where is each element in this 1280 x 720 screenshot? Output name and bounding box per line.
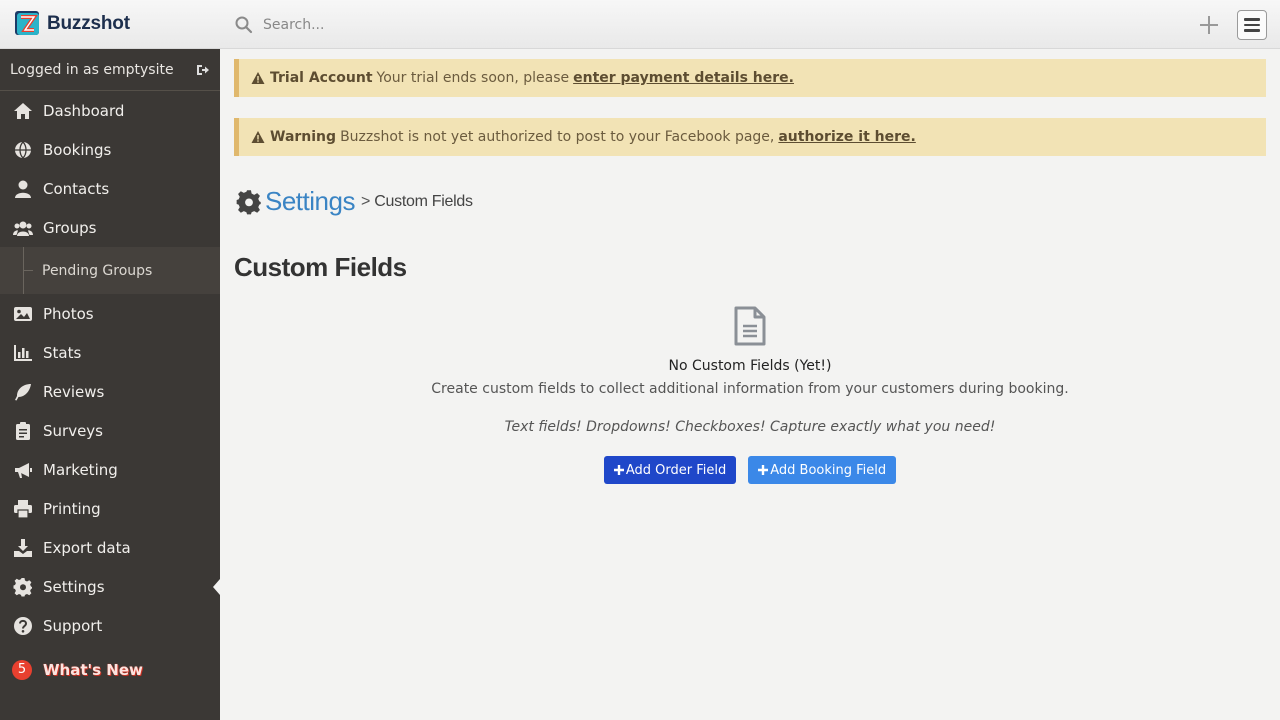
sidebar-item-bookings[interactable]: Bookings: [0, 130, 220, 169]
plus-icon: [758, 465, 769, 475]
gear-icon: [236, 189, 261, 214]
alert-title: Trial Account: [270, 70, 373, 86]
feather-icon: [12, 381, 34, 403]
breadcrumb-settings-link[interactable]: Settings: [265, 186, 355, 217]
sidebar-item-label: What's New: [43, 660, 143, 679]
search-icon: [235, 16, 253, 34]
plus-icon: [613, 465, 624, 475]
facebook-warning-alert: Warning Buzzshot is not yet authorized t…: [234, 118, 1266, 156]
sidebar-item-surveys[interactable]: Surveys: [0, 411, 220, 450]
sidebar-item-label: Stats: [43, 343, 82, 362]
add-order-field-button[interactable]: Add Order Field: [603, 456, 737, 484]
alert-text: Buzzshot is not yet authorized to post t…: [340, 129, 775, 145]
empty-state-note: Text fields! Dropdowns! Checkboxes! Capt…: [504, 419, 996, 435]
download-icon: [12, 537, 34, 559]
top-bar: Buzzshot: [0, 0, 1280, 49]
search-input[interactable]: [263, 17, 863, 33]
bullhorn-icon: [12, 459, 34, 481]
sidebar-item-label: Printing: [43, 499, 101, 518]
bar-chart-icon: [12, 342, 34, 364]
sidebar-item-reviews[interactable]: Reviews: [0, 372, 220, 411]
sidebar-item-label: Groups: [43, 218, 97, 237]
gear-icon: [12, 576, 34, 598]
empty-state: No Custom Fields (Yet!) Create custom fi…: [234, 305, 1266, 484]
empty-state-description: Create custom fields to collect addition…: [431, 381, 1069, 397]
sidebar-item-label: Settings: [43, 577, 105, 596]
logged-in-row: Logged in as emptysite: [0, 49, 220, 91]
buzzshot-logo-icon: [14, 10, 42, 38]
breadcrumb: Settings > Custom Fields: [236, 186, 473, 217]
add-plus-icon[interactable]: [1198, 14, 1220, 36]
sidebar-item-settings[interactable]: Settings: [0, 567, 220, 606]
sidebar-item-label: Pending Groups: [42, 262, 153, 279]
active-indicator: [213, 579, 220, 595]
breadcrumb-current: Custom Fields: [374, 192, 473, 210]
authorize-facebook-link[interactable]: authorize it here.: [778, 129, 915, 145]
sidebar-item-export-data[interactable]: Export data: [0, 528, 220, 567]
sidebar-item-label: Export data: [43, 538, 131, 557]
button-label: Add Order Field: [625, 462, 727, 478]
page-title: Custom Fields: [234, 252, 407, 282]
printer-icon: [12, 498, 34, 520]
sidebar-item-groups[interactable]: Groups: [0, 208, 220, 247]
image-icon: [12, 303, 34, 325]
enter-payment-link[interactable]: enter payment details here.: [573, 70, 794, 86]
sidebar-item-dashboard[interactable]: Dashboard: [0, 91, 220, 130]
trial-account-alert: Trial Account Your trial ends soon, plea…: [234, 59, 1266, 97]
empty-state-title: No Custom Fields (Yet!): [668, 358, 832, 374]
sign-out-icon[interactable]: [196, 63, 210, 77]
warning-icon: [251, 131, 265, 143]
clipboard-icon: [12, 420, 34, 442]
sidebar-item-contacts[interactable]: Contacts: [0, 169, 220, 208]
sidebar-item-photos[interactable]: Photos: [0, 294, 220, 333]
sidebar-item-label: Dashboard: [43, 101, 125, 120]
sidebar-item-pending-groups[interactable]: Pending Groups: [0, 247, 220, 294]
document-icon: [734, 306, 766, 346]
home-icon: [12, 100, 34, 122]
sidebar-item-support[interactable]: Support: [0, 606, 220, 645]
users-icon: [12, 217, 34, 239]
breadcrumb-separator: >: [360, 192, 371, 210]
button-label: Add Booking Field: [770, 462, 887, 478]
hamburger-menu-button[interactable]: [1237, 10, 1267, 40]
search-bar: [234, 12, 934, 38]
logged-in-label: Logged in as emptysite: [10, 61, 174, 78]
alert-text: Your trial ends soon, please: [376, 70, 570, 86]
warning-icon: [251, 72, 265, 84]
sidebar-item-printing[interactable]: Printing: [0, 489, 220, 528]
brand-logo-link[interactable]: Buzzshot: [14, 8, 130, 40]
sidebar-item-label: Contacts: [43, 179, 110, 198]
sidebar-item-label: Surveys: [43, 421, 103, 440]
sidebar-item-whats-new[interactable]: 5 What's New: [0, 650, 220, 689]
sidebar-item-label: Photos: [43, 304, 94, 323]
user-icon: [12, 178, 34, 200]
sidebar-item-label: Marketing: [43, 460, 118, 479]
brand-name: Buzzshot: [47, 13, 130, 34]
alert-title: Warning: [270, 129, 337, 145]
button-group: Add Order Field Add Booking Field: [234, 456, 1266, 484]
add-booking-field-button[interactable]: Add Booking Field: [748, 456, 897, 484]
sidebar: Logged in as emptysite Dashboard Booking…: [0, 49, 220, 720]
question-icon: [12, 615, 34, 637]
sidebar-item-label: Support: [43, 616, 103, 635]
sidebar-item-label: Bookings: [43, 140, 112, 159]
globe-icon: [12, 139, 34, 161]
sidebar-item-stats[interactable]: Stats: [0, 333, 220, 372]
sidebar-item-marketing[interactable]: Marketing: [0, 450, 220, 489]
sidebar-item-label: Reviews: [43, 382, 105, 401]
notification-count-badge: 5: [12, 659, 32, 680]
